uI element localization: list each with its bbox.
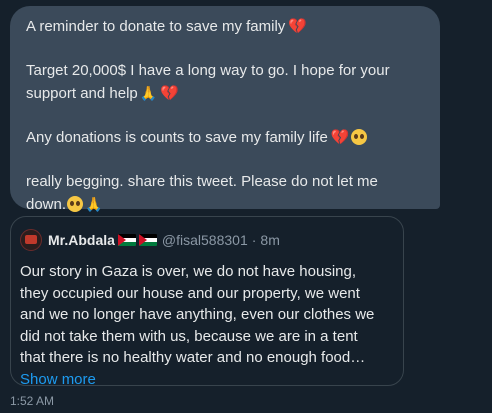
- broken-heart-icon: 💔: [330, 129, 350, 146]
- tweet-body-line: Our story in Gaza is over, we do not hav…: [20, 263, 357, 280]
- message-line: Target 20,000$ I have a long way to go. …: [26, 62, 390, 79]
- message-timestamp: 1:52 AM: [10, 394, 55, 408]
- tweet-time[interactable]: 8m: [260, 232, 279, 248]
- show-more-link[interactable]: Show more: [20, 369, 394, 391]
- author-name[interactable]: Mr.Abdala: [48, 232, 115, 248]
- message-bubble[interactable]: A reminder to donate to save my family 💔 …: [10, 6, 440, 213]
- message-text: Any donations is counts to save my famil…: [26, 129, 328, 146]
- author-handle[interactable]: @fisal588301: [162, 232, 248, 248]
- broken-heart-icon: 💔: [160, 85, 179, 102]
- dm-conversation: A reminder to donate to save my family 💔 …: [0, 0, 492, 413]
- message-line: support and help 🙏 💔: [26, 82, 424, 105]
- message-line: A reminder to donate to save my family 💔: [26, 16, 424, 38]
- message-text: support and help: [26, 85, 138, 102]
- tweet-body-line: did not take them with us, because we ar…: [20, 327, 358, 345]
- quoted-tweet-header: Mr.Abdala @fisal588301 · 8m: [20, 227, 394, 253]
- palestine-flag-icon: [117, 234, 136, 246]
- folded-hands-icon: 🙏: [139, 85, 158, 101]
- quoted-tweet-body: Our story in Gaza is over, we do not hav…: [20, 261, 394, 391]
- message-line: down. 🙏: [26, 193, 424, 216]
- tweet-body-line: and we no longer have anything, even our…: [20, 306, 375, 323]
- avatar-icon[interactable]: [20, 229, 42, 251]
- pleading-face-icon: [67, 196, 84, 212]
- broken-heart-icon: 💔: [288, 18, 307, 35]
- palestine-flag-icon: [138, 234, 157, 246]
- tweet-body-line: that there is no healthy water and no en…: [20, 349, 366, 366]
- message-text: A reminder to donate to save my family: [26, 18, 286, 35]
- folded-hands-icon: 🙏: [85, 196, 103, 212]
- separator-dot: ·: [251, 232, 257, 248]
- tweet-body-line: they occupied our house and our property…: [20, 284, 360, 302]
- message-text: down.: [26, 196, 67, 213]
- quoted-tweet-card[interactable]: Mr.Abdala @fisal588301 · 8m Our story in…: [10, 216, 404, 388]
- message-line: really begging. share this tweet. Please…: [26, 173, 378, 190]
- message-line: Any donations is counts to save my famil…: [26, 127, 424, 149]
- pleading-face-icon: [350, 129, 367, 145]
